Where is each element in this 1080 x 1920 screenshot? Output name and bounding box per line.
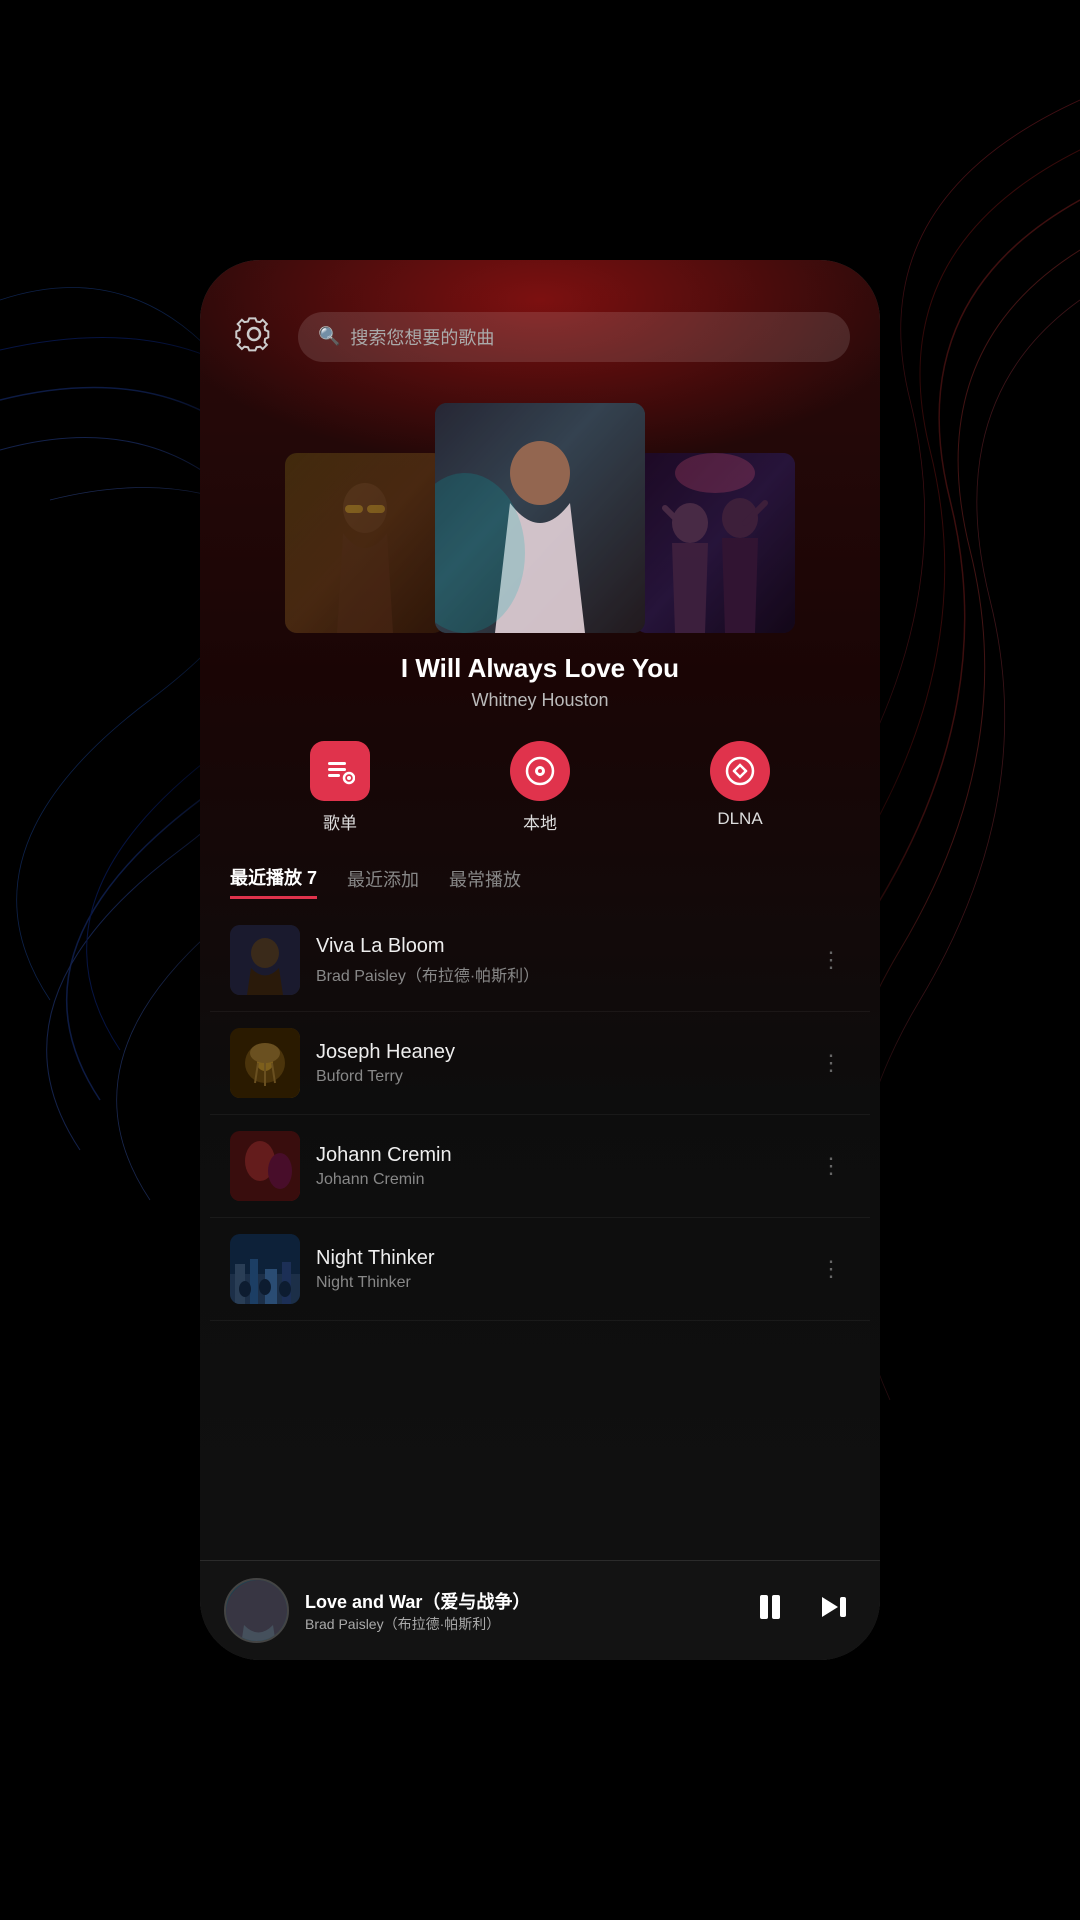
more-options-1[interactable]: ⋮ <box>812 947 850 973</box>
song-row[interactable]: Joseph Heaney Buford Terry ⋮ <box>210 1012 870 1115</box>
featured-song-artist: Whitney Houston <box>230 690 850 711</box>
dlna-label: DLNA <box>717 809 762 829</box>
song-thumbnail-2 <box>230 1028 300 1098</box>
nav-item-dlna[interactable]: DLNA <box>710 741 770 834</box>
song-thumbnail-1 <box>230 925 300 995</box>
song-thumbnail-4 <box>230 1234 300 1304</box>
search-placeholder: 搜索您想要的歌曲 <box>350 324 494 350</box>
nav-icons: 歌单 本地 <box>200 711 880 844</box>
song-title-2: Joseph Heaney <box>316 1041 796 1064</box>
nav-item-playlist[interactable]: 歌单 <box>310 741 370 834</box>
album-left[interactable] <box>285 453 445 633</box>
featured-song-title: I Will Always Love You <box>230 653 850 684</box>
song-artist-3: Johann Cremin <box>316 1171 796 1189</box>
dlna-icon <box>710 741 770 801</box>
playlist-label: 歌单 <box>323 809 357 834</box>
next-button[interactable] <box>812 1585 856 1637</box>
song-title-3: Johann Cremin <box>316 1144 796 1167</box>
song-title-1: Viva La Bloom <box>316 935 796 958</box>
search-bar[interactable]: 🔍 搜索您想要的歌曲 <box>298 312 850 362</box>
vinyl-record-left <box>335 453 395 493</box>
song-artist-4: Night Thinker <box>316 1274 796 1292</box>
song-thumbnail-3 <box>230 1131 300 1201</box>
tab-recent-play[interactable]: 最近播放 7 <box>230 864 317 899</box>
nav-item-local[interactable]: 本地 <box>510 741 570 834</box>
phone-frame: 🔍 搜索您想要的歌曲 <box>200 260 880 1660</box>
album-right[interactable] <box>635 453 795 633</box>
more-options-4[interactable]: ⋮ <box>812 1256 850 1282</box>
album-center[interactable] <box>435 403 645 633</box>
song-title-4: Night Thinker <box>316 1247 796 1270</box>
now-playing-artist: Brad Paisley（布拉德·帕斯利） <box>305 1614 732 1634</box>
header: 🔍 搜索您想要的歌曲 <box>200 260 880 383</box>
song-meta-2: Joseph Heaney Buford Terry <box>316 1041 796 1086</box>
now-playing-info: Love and War（爱与战争） Brad Paisley（布拉德·帕斯利） <box>305 1588 732 1634</box>
local-icon <box>510 741 570 801</box>
now-playing-title: Love and War（爱与战争） <box>305 1588 732 1614</box>
now-playing-bar[interactable]: Love and War（爱与战争） Brad Paisley（布拉德·帕斯利） <box>200 1560 880 1660</box>
song-list: Viva La Bloom Brad Paisley（布拉德·帕斯利） ⋮ <box>200 909 880 1321</box>
settings-button[interactable] <box>230 310 278 363</box>
song-artist-1: Brad Paisley（布拉德·帕斯利） <box>316 962 796 986</box>
tab-most-play[interactable]: 最常播放 <box>449 866 521 898</box>
playlist-icon <box>310 741 370 801</box>
song-row[interactable]: Johann Cremin Johann Cremin ⋮ <box>210 1115 870 1218</box>
playback-controls <box>748 1585 856 1637</box>
pause-button[interactable] <box>748 1585 792 1637</box>
song-row[interactable]: Night Thinker Night Thinker ⋮ <box>210 1218 870 1321</box>
more-options-3[interactable]: ⋮ <box>812 1153 850 1179</box>
tabs-row: 最近播放 7 最近添加 最常播放 <box>200 844 880 909</box>
tab-recent-add[interactable]: 最近添加 <box>347 866 419 898</box>
featured-song-info: I Will Always Love You Whitney Houston <box>200 653 880 711</box>
album-carousel <box>200 393 880 633</box>
song-row[interactable]: Viva La Bloom Brad Paisley（布拉德·帕斯利） ⋮ <box>210 909 870 1012</box>
more-options-2[interactable]: ⋮ <box>812 1050 850 1076</box>
local-label: 本地 <box>523 809 557 834</box>
song-artist-2: Buford Terry <box>316 1068 796 1086</box>
song-meta-1: Viva La Bloom Brad Paisley（布拉德·帕斯利） <box>316 935 796 986</box>
search-icon: 🔍 <box>318 326 340 347</box>
song-meta-3: Johann Cremin Johann Cremin <box>316 1144 796 1189</box>
song-meta-4: Night Thinker Night Thinker <box>316 1247 796 1292</box>
now-playing-thumb <box>224 1578 289 1643</box>
